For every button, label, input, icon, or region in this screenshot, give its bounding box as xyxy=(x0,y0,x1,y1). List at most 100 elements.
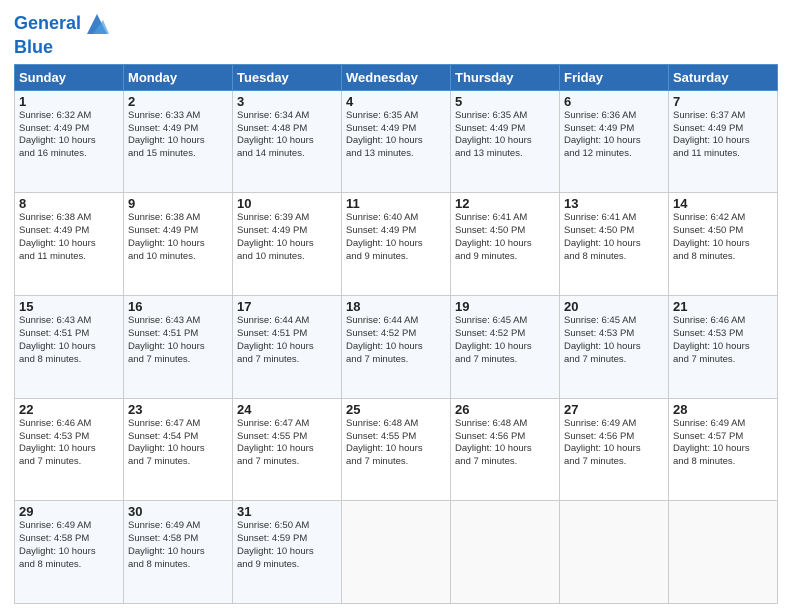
day-number: 23 xyxy=(128,402,228,417)
calendar-day-10: 10Sunrise: 6:39 AMSunset: 4:49 PMDayligh… xyxy=(233,193,342,296)
day-info: Sunrise: 6:41 AMSunset: 4:50 PMDaylight:… xyxy=(455,212,555,263)
calendar-day-20: 20Sunrise: 6:45 AMSunset: 4:53 PMDayligh… xyxy=(560,296,669,399)
calendar-week-1: 1Sunrise: 6:32 AMSunset: 4:49 PMDaylight… xyxy=(15,90,778,193)
day-number: 27 xyxy=(564,402,664,417)
day-number: 10 xyxy=(237,196,337,211)
calendar-day-3: 3Sunrise: 6:34 AMSunset: 4:48 PMDaylight… xyxy=(233,90,342,193)
calendar-day-8: 8Sunrise: 6:38 AMSunset: 4:49 PMDaylight… xyxy=(15,193,124,296)
day-number: 31 xyxy=(237,504,337,519)
day-info: Sunrise: 6:33 AMSunset: 4:49 PMDaylight:… xyxy=(128,110,228,161)
calendar-day-21: 21Sunrise: 6:46 AMSunset: 4:53 PMDayligh… xyxy=(669,296,778,399)
day-number: 19 xyxy=(455,299,555,314)
day-info: Sunrise: 6:49 AMSunset: 4:57 PMDaylight:… xyxy=(673,418,773,469)
day-info: Sunrise: 6:37 AMSunset: 4:49 PMDaylight:… xyxy=(673,110,773,161)
day-info: Sunrise: 6:49 AMSunset: 4:58 PMDaylight:… xyxy=(128,520,228,571)
day-info: Sunrise: 6:36 AMSunset: 4:49 PMDaylight:… xyxy=(564,110,664,161)
day-info: Sunrise: 6:47 AMSunset: 4:55 PMDaylight:… xyxy=(237,418,337,469)
col-header-friday: Friday xyxy=(560,64,669,90)
day-number: 7 xyxy=(673,94,773,109)
day-info: Sunrise: 6:40 AMSunset: 4:49 PMDaylight:… xyxy=(346,212,446,263)
day-number: 3 xyxy=(237,94,337,109)
logo-icon xyxy=(83,10,111,38)
calendar-table: SundayMondayTuesdayWednesdayThursdayFrid… xyxy=(14,64,778,604)
day-info: Sunrise: 6:48 AMSunset: 4:56 PMDaylight:… xyxy=(455,418,555,469)
day-number: 5 xyxy=(455,94,555,109)
logo-text: General xyxy=(14,14,81,34)
day-info: Sunrise: 6:48 AMSunset: 4:55 PMDaylight:… xyxy=(346,418,446,469)
calendar-day-14: 14Sunrise: 6:42 AMSunset: 4:50 PMDayligh… xyxy=(669,193,778,296)
calendar-week-3: 15Sunrise: 6:43 AMSunset: 4:51 PMDayligh… xyxy=(15,296,778,399)
day-number: 15 xyxy=(19,299,119,314)
calendar-empty xyxy=(451,501,560,604)
day-number: 2 xyxy=(128,94,228,109)
day-number: 25 xyxy=(346,402,446,417)
day-info: Sunrise: 6:49 AMSunset: 4:56 PMDaylight:… xyxy=(564,418,664,469)
calendar-empty xyxy=(342,501,451,604)
calendar-day-29: 29Sunrise: 6:49 AMSunset: 4:58 PMDayligh… xyxy=(15,501,124,604)
day-info: Sunrise: 6:46 AMSunset: 4:53 PMDaylight:… xyxy=(19,418,119,469)
calendar-day-28: 28Sunrise: 6:49 AMSunset: 4:57 PMDayligh… xyxy=(669,398,778,501)
day-info: Sunrise: 6:41 AMSunset: 4:50 PMDaylight:… xyxy=(564,212,664,263)
day-number: 9 xyxy=(128,196,228,211)
col-header-monday: Monday xyxy=(124,64,233,90)
calendar-empty xyxy=(669,501,778,604)
day-info: Sunrise: 6:44 AMSunset: 4:51 PMDaylight:… xyxy=(237,315,337,366)
calendar-day-11: 11Sunrise: 6:40 AMSunset: 4:49 PMDayligh… xyxy=(342,193,451,296)
header: General Blue xyxy=(14,10,778,58)
day-number: 21 xyxy=(673,299,773,314)
day-info: Sunrise: 6:46 AMSunset: 4:53 PMDaylight:… xyxy=(673,315,773,366)
day-info: Sunrise: 6:38 AMSunset: 4:49 PMDaylight:… xyxy=(128,212,228,263)
day-info: Sunrise: 6:45 AMSunset: 4:52 PMDaylight:… xyxy=(455,315,555,366)
day-info: Sunrise: 6:35 AMSunset: 4:49 PMDaylight:… xyxy=(455,110,555,161)
calendar-day-24: 24Sunrise: 6:47 AMSunset: 4:55 PMDayligh… xyxy=(233,398,342,501)
calendar-day-23: 23Sunrise: 6:47 AMSunset: 4:54 PMDayligh… xyxy=(124,398,233,501)
day-number: 29 xyxy=(19,504,119,519)
col-header-sunday: Sunday xyxy=(15,64,124,90)
day-number: 24 xyxy=(237,402,337,417)
day-info: Sunrise: 6:50 AMSunset: 4:59 PMDaylight:… xyxy=(237,520,337,571)
day-info: Sunrise: 6:43 AMSunset: 4:51 PMDaylight:… xyxy=(19,315,119,366)
calendar-day-5: 5Sunrise: 6:35 AMSunset: 4:49 PMDaylight… xyxy=(451,90,560,193)
day-info: Sunrise: 6:32 AMSunset: 4:49 PMDaylight:… xyxy=(19,110,119,161)
day-info: Sunrise: 6:47 AMSunset: 4:54 PMDaylight:… xyxy=(128,418,228,469)
page: General Blue SundayMondayTuesdayWednesda… xyxy=(0,0,792,612)
calendar-header-row: SundayMondayTuesdayWednesdayThursdayFrid… xyxy=(15,64,778,90)
day-number: 17 xyxy=(237,299,337,314)
calendar-day-17: 17Sunrise: 6:44 AMSunset: 4:51 PMDayligh… xyxy=(233,296,342,399)
col-header-saturday: Saturday xyxy=(669,64,778,90)
col-header-tuesday: Tuesday xyxy=(233,64,342,90)
day-number: 6 xyxy=(564,94,664,109)
day-number: 1 xyxy=(19,94,119,109)
day-number: 12 xyxy=(455,196,555,211)
day-number: 28 xyxy=(673,402,773,417)
calendar-day-13: 13Sunrise: 6:41 AMSunset: 4:50 PMDayligh… xyxy=(560,193,669,296)
calendar-day-31: 31Sunrise: 6:50 AMSunset: 4:59 PMDayligh… xyxy=(233,501,342,604)
calendar-week-4: 22Sunrise: 6:46 AMSunset: 4:53 PMDayligh… xyxy=(15,398,778,501)
day-info: Sunrise: 6:38 AMSunset: 4:49 PMDaylight:… xyxy=(19,212,119,263)
calendar-day-12: 12Sunrise: 6:41 AMSunset: 4:50 PMDayligh… xyxy=(451,193,560,296)
day-info: Sunrise: 6:43 AMSunset: 4:51 PMDaylight:… xyxy=(128,315,228,366)
day-number: 26 xyxy=(455,402,555,417)
day-number: 4 xyxy=(346,94,446,109)
calendar-day-9: 9Sunrise: 6:38 AMSunset: 4:49 PMDaylight… xyxy=(124,193,233,296)
day-number: 18 xyxy=(346,299,446,314)
day-number: 22 xyxy=(19,402,119,417)
calendar-day-26: 26Sunrise: 6:48 AMSunset: 4:56 PMDayligh… xyxy=(451,398,560,501)
day-number: 16 xyxy=(128,299,228,314)
day-info: Sunrise: 6:49 AMSunset: 4:58 PMDaylight:… xyxy=(19,520,119,571)
day-number: 30 xyxy=(128,504,228,519)
col-header-wednesday: Wednesday xyxy=(342,64,451,90)
calendar-day-7: 7Sunrise: 6:37 AMSunset: 4:49 PMDaylight… xyxy=(669,90,778,193)
day-number: 8 xyxy=(19,196,119,211)
calendar-day-19: 19Sunrise: 6:45 AMSunset: 4:52 PMDayligh… xyxy=(451,296,560,399)
calendar-week-5: 29Sunrise: 6:49 AMSunset: 4:58 PMDayligh… xyxy=(15,501,778,604)
day-info: Sunrise: 6:35 AMSunset: 4:49 PMDaylight:… xyxy=(346,110,446,161)
day-info: Sunrise: 6:44 AMSunset: 4:52 PMDaylight:… xyxy=(346,315,446,366)
calendar-day-6: 6Sunrise: 6:36 AMSunset: 4:49 PMDaylight… xyxy=(560,90,669,193)
calendar-empty xyxy=(560,501,669,604)
calendar-day-4: 4Sunrise: 6:35 AMSunset: 4:49 PMDaylight… xyxy=(342,90,451,193)
day-info: Sunrise: 6:42 AMSunset: 4:50 PMDaylight:… xyxy=(673,212,773,263)
day-number: 20 xyxy=(564,299,664,314)
calendar-day-16: 16Sunrise: 6:43 AMSunset: 4:51 PMDayligh… xyxy=(124,296,233,399)
calendar-day-25: 25Sunrise: 6:48 AMSunset: 4:55 PMDayligh… xyxy=(342,398,451,501)
